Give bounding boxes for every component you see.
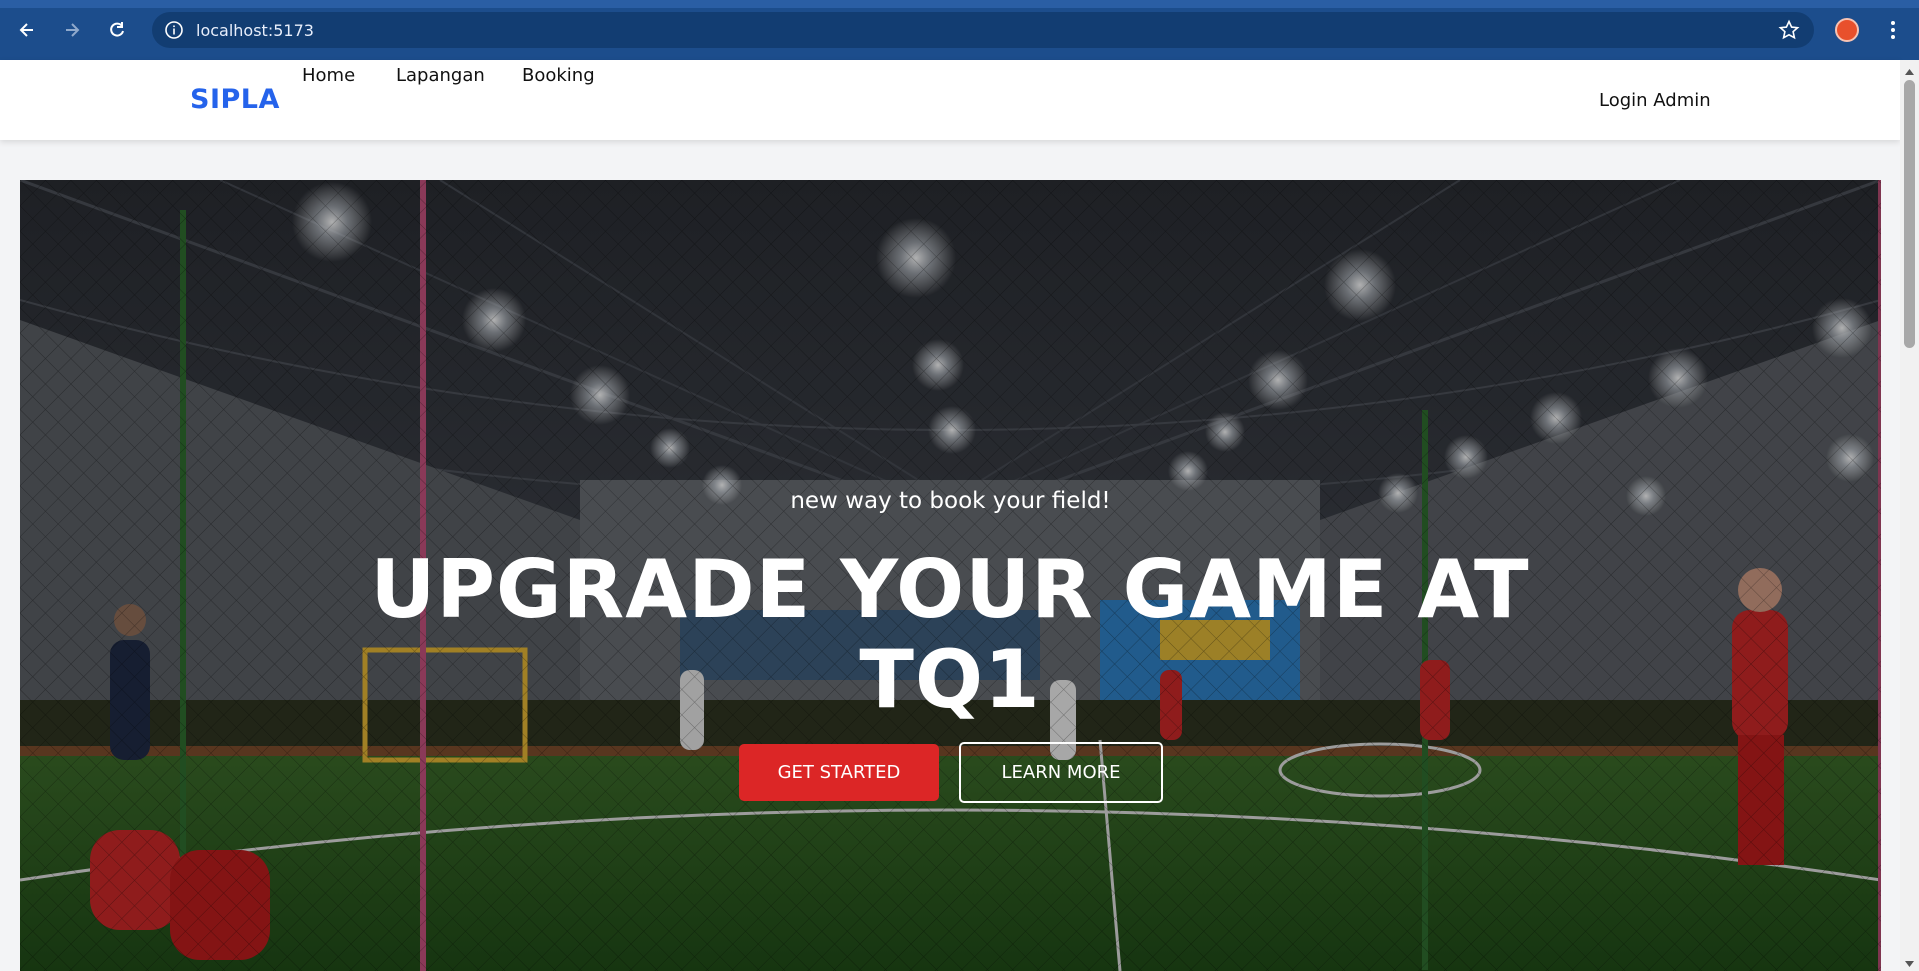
avatar[interactable]	[1835, 18, 1859, 42]
scroll-thumb[interactable]	[1904, 80, 1915, 348]
site-header: SIPLA Home Lapangan Booking Login Admin	[0, 60, 1900, 140]
star-icon[interactable]	[1778, 19, 1800, 41]
forward-arrow-icon[interactable]	[59, 17, 85, 43]
nav-link-booking[interactable]: Booking	[522, 65, 595, 86]
login-admin-link[interactable]: Login Admin	[1599, 90, 1711, 111]
hero-tagline: new way to book your field!	[790, 488, 1111, 514]
hero-section: new way to book your field! UPGRADE YOUR…	[20, 180, 1881, 971]
nav-link-home[interactable]: Home	[302, 65, 355, 86]
address-bar[interactable]: localhost:5173	[152, 12, 1814, 48]
hero-headline: UPGRADE YOUR GAME AT TQ1	[370, 543, 1530, 726]
tab-strip-edge	[0, 0, 1919, 8]
nav-link-lapangan[interactable]: Lapangan	[396, 65, 485, 86]
browser-toolbar: localhost:5173	[0, 0, 1919, 60]
page-scrollbar[interactable]	[1900, 60, 1919, 971]
scroll-up-arrow-icon[interactable]	[1904, 64, 1915, 75]
kebab-menu-icon[interactable]	[1886, 18, 1900, 42]
scroll-down-arrow-icon[interactable]	[1904, 956, 1915, 967]
back-arrow-icon[interactable]	[14, 17, 40, 43]
get-started-button[interactable]: GET STARTED	[739, 744, 939, 801]
reload-icon[interactable]	[104, 17, 130, 43]
info-icon[interactable]	[164, 20, 184, 40]
url-text[interactable]: localhost:5173	[196, 21, 314, 40]
learn-more-button[interactable]: LEARN MORE	[959, 742, 1163, 803]
brand-logo[interactable]: SIPLA	[190, 84, 280, 115]
